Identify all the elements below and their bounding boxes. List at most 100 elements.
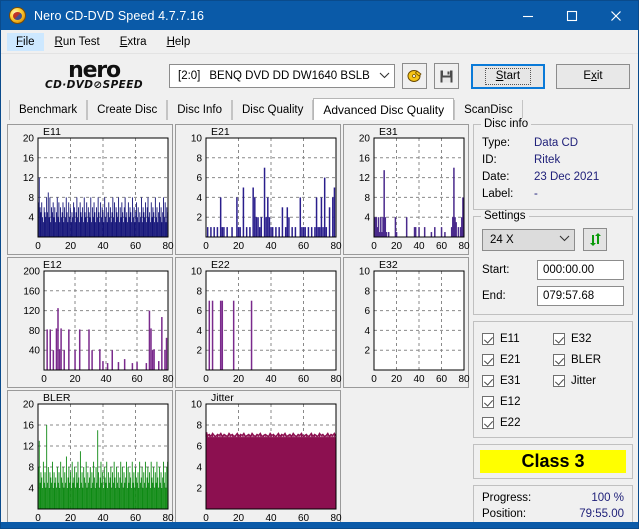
end-input[interactable]: 079:57.68	[537, 286, 624, 306]
tab-scandisc[interactable]: ScanDisc	[454, 100, 523, 120]
svg-text:60: 60	[298, 374, 310, 385]
stat-value-position: 79:55.00	[579, 507, 624, 520]
checkbox-e21[interactable]: E21	[482, 349, 553, 370]
maximize-icon[interactable]	[550, 1, 594, 30]
svg-text:20: 20	[233, 374, 245, 385]
checkbox-e22[interactable]: E22	[482, 412, 553, 433]
checkbox-e11[interactable]: E11	[482, 328, 553, 349]
speed-select[interactable]: 24 X	[482, 228, 575, 251]
svg-text:2: 2	[364, 346, 370, 357]
svg-text:12: 12	[359, 173, 371, 184]
status-bar	[1, 522, 638, 528]
disc-info-key-type: Type:	[482, 137, 511, 149]
svg-text:8: 8	[28, 193, 34, 204]
minimize-icon[interactable]	[506, 1, 550, 30]
svg-text:200: 200	[23, 267, 40, 278]
stat-key-position: Position:	[482, 507, 527, 520]
chart-panel-e21: E21 2 4 6 8 10 0 20 40 60 80	[175, 124, 342, 255]
svg-text:10: 10	[191, 400, 203, 411]
menu-file[interactable]: FFileile	[7, 32, 44, 51]
menu-help[interactable]: Help	[158, 33, 200, 51]
drive-select[interactable]: [2:0] BENQ DVD DD DW1640 BSLB	[169, 64, 396, 88]
checkbox-box-jitter	[553, 374, 565, 387]
svg-text:80: 80	[330, 241, 342, 252]
menu-extra[interactable]: Extra	[111, 33, 156, 51]
disc-info-row-date: Date: 23 Dec 2021	[482, 169, 624, 186]
checkbox-jitter[interactable]: Jitter	[553, 370, 624, 391]
svg-text:0: 0	[203, 241, 209, 252]
nero-cd-dvd-speed-window: Nero CD-DVD Speed 4.7.7.16 FFileile Run …	[0, 0, 639, 529]
svg-text:20: 20	[359, 134, 371, 145]
tab-benchmark[interactable]: Benchmark	[9, 100, 88, 120]
logo-cddvdspeed-text: CD·DVD⊘SPEED	[45, 79, 143, 91]
checkbox-bler[interactable]: BLER	[553, 349, 624, 370]
settings-group: Settings 24 X Start: 000:00.00 End: 079:…	[473, 210, 633, 315]
svg-text:40: 40	[100, 374, 112, 385]
class-result-label: Class 3	[480, 450, 626, 473]
chart-plot-e22: 2 4 6 8 10 0 20 40 60 80	[191, 267, 342, 386]
svg-text:10: 10	[191, 134, 203, 145]
refresh-button[interactable]	[583, 228, 607, 251]
start-input[interactable]: 000:00.00	[537, 260, 624, 280]
chart-plot-e21: 2 4 6 8 10 0 20 40 60 80	[191, 134, 342, 253]
save-results-button[interactable]	[434, 63, 459, 89]
close-icon[interactable]	[594, 1, 638, 30]
svg-text:2: 2	[196, 484, 202, 495]
nero-app-icon	[9, 7, 26, 24]
refresh-arrows-icon	[589, 233, 601, 246]
tab-advanced-disc-quality[interactable]: Advanced Disc Quality	[313, 98, 455, 120]
svg-text:2: 2	[196, 213, 202, 224]
svg-text:6: 6	[196, 173, 202, 184]
svg-text:8: 8	[364, 286, 370, 297]
disc-info-value-id: Ritek	[534, 154, 561, 166]
drive-name: BENQ DVD DD DW1640 BSLB	[209, 70, 370, 82]
exit-button[interactable]: Exit	[555, 63, 630, 89]
tab-disc-info[interactable]: Disc Info	[167, 100, 232, 120]
chart-panel-e11: E11 4 8 12 16 20 0 20 40 60 80	[7, 124, 174, 255]
svg-text:20: 20	[65, 241, 77, 252]
svg-text:8: 8	[196, 153, 202, 164]
svg-text:10: 10	[359, 267, 371, 278]
tab-disc-quality[interactable]: Disc Quality	[232, 100, 314, 120]
chart-title-e31: E31	[379, 126, 398, 138]
svg-text:160: 160	[23, 286, 40, 297]
checkbox-e12[interactable]: E12	[482, 391, 553, 412]
menu-run-test[interactable]: Run Test	[46, 33, 109, 51]
chart-title-e11: E11	[43, 126, 61, 138]
tab-create-disc[interactable]: Create Disc	[87, 100, 168, 120]
svg-text:40: 40	[29, 346, 41, 357]
checkbox-label-bler: BLER	[571, 353, 602, 366]
svg-text:40: 40	[265, 241, 277, 252]
chevron-down-icon	[379, 71, 390, 82]
svg-text:8: 8	[196, 286, 202, 297]
end-row: End: 079:57.68	[482, 286, 624, 306]
stat-row-position: Position: 79:55.00	[482, 507, 624, 523]
start-button[interactable]: Start	[470, 63, 545, 89]
checkbox-column-right: E32 BLER Jitter	[553, 328, 624, 433]
disc-info-key-label: Label:	[482, 188, 514, 200]
chart-title-e32: E32	[379, 259, 398, 271]
svg-text:20: 20	[391, 241, 403, 252]
speed-row: 24 X	[482, 228, 624, 251]
checkbox-label-e11: E11	[500, 332, 520, 345]
checkbox-column-left: E11 E21 E31 E12 E22	[482, 328, 553, 433]
svg-text:4: 4	[196, 193, 202, 204]
class-result-box: Class 3	[473, 444, 633, 479]
checkbox-e32[interactable]: E32	[553, 328, 624, 349]
svg-text:20: 20	[23, 134, 35, 145]
svg-text:4: 4	[196, 326, 202, 337]
title-bar: Nero CD-DVD Speed 4.7.7.16	[1, 1, 638, 30]
svg-text:60: 60	[436, 374, 448, 385]
checkbox-e31[interactable]: E31	[482, 370, 553, 391]
start-row: Start: 000:00.00	[482, 260, 624, 280]
main-content: E11 4 8 12 16 20 0 20 40 60 80 E21 2 4 6 8 10 0 20 40 60 8…	[1, 118, 638, 528]
svg-text:40: 40	[265, 374, 277, 385]
checkbox-box-e31	[482, 374, 494, 387]
chart-row-1: E11 4 8 12 16 20 0 20 40 60 80 E21 2 4 6 8 10 0 20 40 60 8…	[7, 124, 470, 255]
svg-text:60: 60	[130, 241, 142, 252]
svg-text:4: 4	[364, 326, 370, 337]
chart-title-e12: E12	[43, 259, 62, 271]
svg-text:40: 40	[413, 374, 425, 385]
eject-disc-button[interactable]	[402, 63, 428, 89]
svg-text:16: 16	[359, 153, 371, 164]
